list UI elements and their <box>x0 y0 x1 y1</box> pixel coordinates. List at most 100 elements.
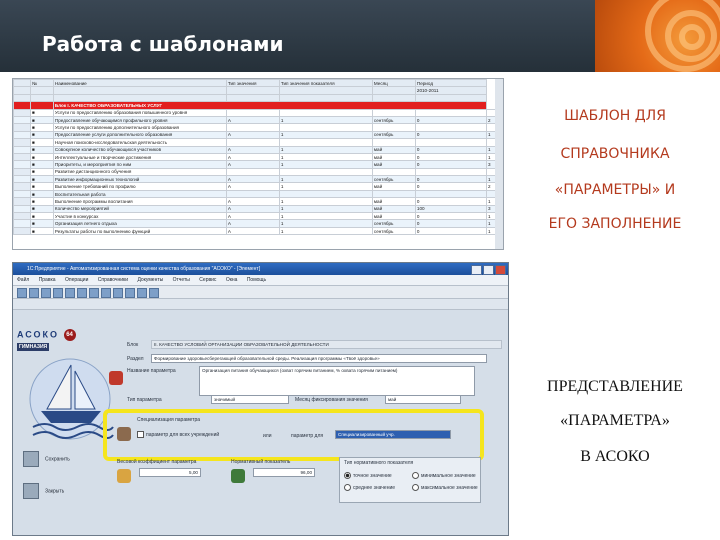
special-type-field[interactable]: Специализированный учр. <box>335 430 451 439</box>
asoko-app-window: 1С:Предприятие - Автоматизированная сист… <box>12 262 509 536</box>
close-icon[interactable] <box>495 265 506 275</box>
sheet-header-cell: Тип значения <box>225 79 280 88</box>
block-field: II. КАЧЕСТВО УСЛОВИЙ ОРГАНИЗАЦИИ ОБРАЗОВ… <box>151 340 502 349</box>
sheet-scrollbar[interactable] <box>495 79 503 249</box>
section-field[interactable]: Формирование здоровьесберегающей образов… <box>151 354 487 363</box>
sheet-cell: 1 <box>278 182 373 191</box>
sheet-cell: Участие в конкурсах <box>52 212 227 221</box>
app-title: 1С:Предприятие - Автоматизированная сист… <box>27 266 261 272</box>
fix-month-field[interactable]: май <box>385 395 461 404</box>
sheet-cell <box>278 123 373 132</box>
sheet-cell: май <box>371 152 416 162</box>
menu-item[interactable]: Окна <box>226 277 238 283</box>
special-or: или <box>263 433 272 439</box>
sheet-cell: Выполнение требований по профилю <box>52 182 227 191</box>
minimize-icon[interactable] <box>471 265 482 275</box>
row-marker: ■ <box>30 152 54 162</box>
row-marker: ■ <box>30 182 54 191</box>
sheet-cell: 0 <box>414 219 487 228</box>
specialization-icon <box>117 427 131 441</box>
menu-item[interactable]: Справочники <box>98 277 128 283</box>
sheet-cell: А <box>225 175 280 184</box>
sheet-row: ■ Участие в конкурсах А 1 май 0 1 <box>13 212 503 221</box>
sheet-cell <box>278 138 373 147</box>
sheet-cell <box>371 189 416 199</box>
toolbar-icon[interactable] <box>41 288 51 298</box>
radio-min[interactable]: минимальное значение <box>412 472 476 479</box>
special-option-type[interactable]: параметр для <box>291 433 323 439</box>
sheet-header-cell: Тип значения показателя <box>278 79 373 88</box>
sheet-cell: май <box>371 182 416 191</box>
row-marker: ■ <box>30 115 54 125</box>
sheet-cell <box>225 108 280 117</box>
weight-field[interactable]: 5,00 <box>139 468 201 477</box>
radio-max[interactable]: максимальное значение <box>412 484 478 491</box>
toolbar-icon[interactable] <box>17 288 27 298</box>
toolbar-icon[interactable] <box>53 288 63 298</box>
row-marker: ■ <box>30 123 54 132</box>
caption-bottom-line: «ПАРАМЕТРА» <box>560 412 670 429</box>
sheet-row: ■ Развитие информационных технологий А 1 сен… <box>13 175 503 184</box>
sheet-cell: 1 <box>278 160 373 169</box>
menu-item[interactable]: Помощь <box>247 277 266 283</box>
menu-item[interactable]: Сервис <box>199 277 216 283</box>
menu-item[interactable]: Правка <box>39 277 56 283</box>
spreadsheet-screenshot: № Наименование Тип значения Тип значения… <box>12 78 504 250</box>
caption-top-line: СПРАВОЧНИКА <box>560 146 670 162</box>
section-title: Блок I. КАЧЕСТВО ОБРАЗОВАТЕЛЬНЫХ УСЛУГ <box>52 101 487 110</box>
sheet-cell <box>371 123 416 132</box>
sheet-row: ■ Количество мероприятий А 1 май 100 3 <box>13 204 503 214</box>
toolbar-icon[interactable] <box>77 288 87 298</box>
sheet-cell: 0 <box>414 212 487 221</box>
row-marker: ■ <box>30 108 54 117</box>
sheet-cell <box>278 189 373 199</box>
sheet-cell: Количество мероприятий <box>52 204 227 214</box>
special-label: Специализация параметра <box>137 417 201 423</box>
toolbar-icon[interactable] <box>125 288 135 298</box>
norm-field[interactable]: 96,00 <box>253 468 315 477</box>
menu-item[interactable]: Документы <box>137 277 163 283</box>
maximize-icon[interactable] <box>483 265 494 275</box>
sheet-cell: А <box>225 226 280 236</box>
menu-item[interactable]: Отчеты <box>173 277 190 283</box>
sheet-cell: 0 <box>414 145 487 154</box>
sheet-cell: 1 <box>278 219 373 228</box>
decorative-corner <box>595 0 720 72</box>
sheet-cell: сентябрь <box>371 130 416 140</box>
sheet-cell: Совокупное количество обучающихся участн… <box>52 145 227 154</box>
radio-average[interactable]: среднее значение <box>344 484 395 491</box>
fix-month-label: Месяц фиксирования значения <box>295 397 368 403</box>
save-icon <box>23 451 39 467</box>
toolbar <box>13 286 508 299</box>
toolbar-icon[interactable] <box>65 288 75 298</box>
slide-title: Работа с шаблонами <box>42 32 284 56</box>
menu-item[interactable]: Операции <box>65 277 88 283</box>
radio-exact[interactable]: точное значение <box>344 472 392 479</box>
toolbar-icon[interactable] <box>137 288 147 298</box>
row-marker: ■ <box>30 212 54 221</box>
sheet-cell: 0 <box>414 152 487 162</box>
sheet-header-row: № Наименование Тип значения Тип значения… <box>13 79 503 88</box>
toolbar-icon[interactable] <box>89 288 99 298</box>
row-marker: ■ <box>30 138 54 147</box>
sheet-header-cell: Месяц <box>371 79 416 88</box>
sheet-cell: 100 <box>414 204 487 214</box>
close-button[interactable]: Закрыть <box>23 483 103 501</box>
sheet-header-cell: Наименование <box>52 79 227 88</box>
sheet-cell <box>414 138 487 147</box>
param-type-field[interactable]: значимый <box>211 395 289 404</box>
param-name-field[interactable]: Организация питания обучающихся (охват г… <box>199 366 475 396</box>
caption-top-line: ШАБЛОН ДЛЯ <box>564 108 666 124</box>
save-button[interactable]: Сохранить <box>23 451 103 469</box>
toolbar-icon[interactable] <box>29 288 39 298</box>
special-option-all[interactable]: параметр для всех учреждений <box>137 431 219 438</box>
param-name-label: Название параметра <box>127 368 176 374</box>
sheet-cell: Услуги по предоставлению дополнительного… <box>52 123 227 132</box>
sheet-cell <box>371 167 416 177</box>
row-marker: ■ <box>30 160 54 169</box>
sheet-cell: май <box>371 212 416 221</box>
toolbar-icon[interactable] <box>149 288 159 298</box>
toolbar-icon[interactable] <box>101 288 111 298</box>
menu-item[interactable]: Файл <box>17 277 29 283</box>
toolbar-icon[interactable] <box>113 288 123 298</box>
